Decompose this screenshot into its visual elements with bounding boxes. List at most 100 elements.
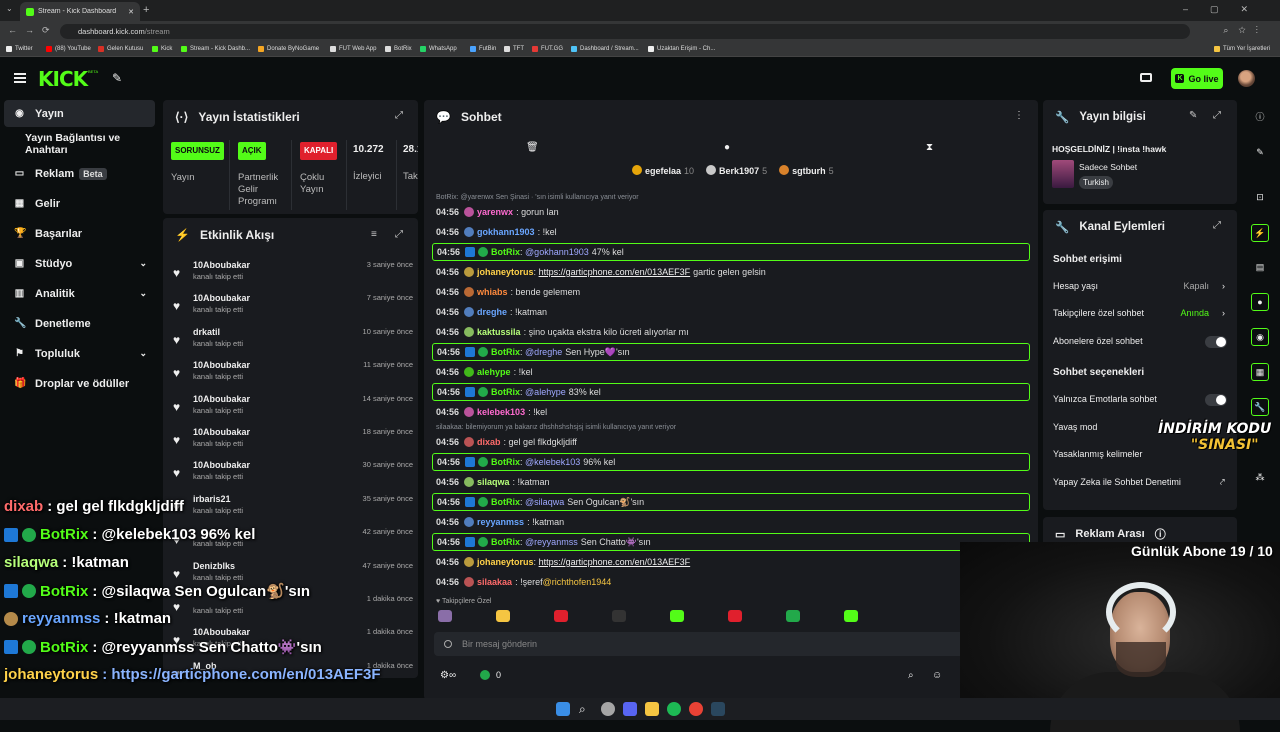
drops-icon[interactable]: ⁂	[1251, 468, 1269, 486]
sidebar-item-drops[interactable]: 🎁 Droplar ve ödüller	[4, 370, 155, 397]
activity-item[interactable]: ♥ 10Aboubakar kanalı takip etti 7 saniye ön…	[173, 293, 413, 325]
bookmark-item[interactable]: Gelen Kutusu	[98, 46, 143, 52]
chat-username[interactable]: johaneytorus	[477, 557, 534, 567]
folder-icon[interactable]	[645, 702, 659, 716]
gifter-item[interactable]: egefelaa 10	[632, 165, 694, 176]
chat-message-input[interactable]: Bir mesaj gönderin	[434, 632, 964, 656]
chat-message[interactable]: 04:56 silaqwa: !katman	[436, 473, 1032, 491]
chat-username[interactable]: dreghe	[477, 307, 507, 317]
bot-chat-message[interactable]: 04:56 BotRix: @kelebek103 96% kel	[432, 453, 1030, 471]
bookmark-item[interactable]: TFT	[504, 46, 524, 52]
chat-link[interactable]: https://garticphone.com/en/013AEF3F	[539, 557, 691, 567]
bookmark-item[interactable]: Twitter	[6, 46, 33, 52]
chat-username[interactable]: dixab	[477, 437, 501, 447]
mention[interactable]: @silaqwa	[525, 497, 564, 507]
mention[interactable]: @alehype	[525, 387, 566, 397]
broadcast-icon[interactable]: ◉	[1251, 328, 1269, 346]
bot-chat-message[interactable]: 04:56 BotRix: @reyyanmss Sen Chatto👾'sın	[432, 533, 1030, 551]
sidebar-item-studio[interactable]: ▣ Stüdyo ⌄	[4, 250, 155, 277]
browser-tab[interactable]: Stream - Kick Dashboard ✕	[20, 2, 140, 21]
keyboard-icon[interactable]	[1140, 73, 1152, 82]
chat-username[interactable]: kaktussila	[477, 327, 521, 337]
bookmark-item[interactable]: Dashboard / Stream...	[571, 46, 639, 52]
wrench-icon[interactable]: 🔧	[1251, 398, 1269, 416]
bookmark-item[interactable]: FutBin	[470, 46, 496, 52]
emote-icon[interactable]	[786, 610, 800, 622]
chat-message[interactable]: 04:56 kelebek103: !kel	[436, 403, 1032, 421]
chat-username[interactable]: yarenwx	[477, 207, 513, 217]
chat-username[interactable]: BotRix	[491, 537, 520, 547]
chat-username[interactable]: BotRix	[491, 387, 520, 397]
discord-icon[interactable]	[623, 702, 637, 716]
lightning-icon[interactable]: ⚡	[1251, 224, 1269, 242]
bot-chat-message[interactable]: 04:56 BotRix: @gokhann1903 47% kel	[432, 243, 1030, 261]
chat-username[interactable]: gokhann1903	[477, 227, 535, 237]
chat-settings-icon[interactable]: ⚙∞	[440, 670, 456, 681]
bot-chat-message[interactable]: 04:56 BotRix: @alehype 83% kel	[432, 383, 1030, 401]
chat-message[interactable]: 04:56 johaneytorus: https://garticphone.c…	[436, 553, 1032, 571]
chat-message[interactable]: 04:56 dreghe: !katman	[436, 303, 1032, 321]
spotify-icon[interactable]	[667, 702, 681, 716]
gifter-item[interactable]: sgtburh 5	[779, 165, 834, 176]
kick-logo[interactable]: KICK	[38, 67, 88, 91]
url-field[interactable]: dashboard.kick.com/stream	[60, 24, 1190, 39]
emote-icon[interactable]	[670, 610, 684, 622]
sidebar-item-revenue[interactable]: ▦ Gelir	[4, 190, 155, 217]
bookmark-item[interactable]: BotRix	[385, 46, 412, 52]
emote-icon[interactable]	[438, 610, 452, 622]
activity-item[interactable]: ♥ 10Aboubakar kanalı takip etti 3 saniye ön…	[173, 260, 413, 292]
channel-points[interactable]: 0	[480, 670, 501, 680]
chat-username[interactable]: BotRix	[491, 247, 520, 257]
bookmark-item[interactable]: Stream - Kick Dashb...	[181, 46, 250, 52]
chat-message[interactable]: 04:56 yarenwx: gorun lan	[436, 203, 1032, 221]
search-icon[interactable]: ⌕	[908, 670, 914, 681]
popout-icon[interactable]: ⤢	[395, 110, 403, 121]
bookmark-item[interactable]: FUT.GG	[532, 46, 563, 52]
language-tag[interactable]: Turkish	[1079, 176, 1113, 189]
emote-icon[interactable]	[554, 610, 568, 622]
new-tab-icon[interactable]: +	[143, 4, 149, 16]
chat-username[interactable]: kelebek103	[477, 407, 525, 417]
bot-chat-message[interactable]: 04:56 BotRix: @silaqwa Sen Ogulcan🐒'sın	[432, 493, 1030, 511]
chat-message[interactable]: 04:56 gokhann1903: !kel	[436, 223, 1032, 241]
mention[interactable]: @richthofen1944	[543, 577, 612, 587]
edit-icon[interactable]: ✎	[1251, 143, 1269, 161]
sidebar-item-achievements[interactable]: 🏆 Başarılar	[4, 220, 155, 247]
activity-item[interactable]: ♥ drkatil kanalı takip etti 10 saniye önce	[173, 327, 413, 359]
ai-moderation-setting[interactable]: Yapay Zeka ile Sohbet Denetimi ⤤	[1053, 477, 1227, 488]
sidebar-item-stream-key[interactable]: Yayın Bağlantısı ve Anahtarı	[4, 130, 155, 157]
bookmark-item[interactable]: Donate ByNoGame	[258, 46, 319, 52]
chrome-icon[interactable]	[689, 702, 703, 716]
sidebar-item-ads[interactable]: ▭ Reklam Beta	[4, 160, 155, 187]
more-options-icon[interactable]: ⋮	[1014, 110, 1024, 121]
list-icon[interactable]: ▦	[1251, 363, 1269, 381]
edit-icon[interactable]: ✎	[1189, 110, 1197, 121]
chat-username[interactable]: BotRix	[491, 497, 520, 507]
filter-icon[interactable]: ≡	[371, 229, 377, 240]
sidebar-item-community[interactable]: ⚑ Topluluk ⌄	[4, 340, 155, 367]
emotes-only-toggle[interactable]	[1205, 394, 1227, 406]
popout-icon[interactable]: ⤢	[1213, 110, 1221, 121]
mention[interactable]: @dreghe	[525, 347, 562, 357]
bookmark-item[interactable]: FUT Web App	[330, 46, 376, 52]
activity-item[interactable]: ♥ 10Aboubakar kanalı takip etti 18 saniye ö…	[173, 427, 413, 459]
bookmark-item[interactable]: Kick	[152, 46, 172, 52]
navigation-buttons[interactable]: ←→⟳	[8, 25, 58, 36]
sidebar-item-analytics[interactable]: ▥ Analitik ⌄	[4, 280, 155, 307]
clip-icon[interactable]: ⊡	[1251, 188, 1269, 206]
chat-mode-icon[interactable]: ●	[724, 142, 730, 153]
emote-icon[interactable]	[496, 610, 510, 622]
chat-username[interactable]: whiabs	[477, 287, 508, 297]
mention[interactable]: @reyyanmss	[525, 537, 578, 547]
activity-item[interactable]: ♥ 10Aboubakar kanalı takip etti 30 saniye ö…	[173, 460, 413, 492]
steam-icon[interactable]	[711, 702, 725, 716]
category-name[interactable]: Sadece Sohbet	[1079, 162, 1137, 172]
mention[interactable]: @gokhann1903	[525, 247, 589, 257]
chat-username[interactable]: BotRix	[491, 457, 520, 467]
emote-icon[interactable]	[844, 610, 858, 622]
trash-icon[interactable]: 🗑	[526, 142, 539, 153]
chat-message[interactable]: 04:56 alehype: !kel	[436, 363, 1032, 381]
window-controls[interactable]: –▢✕	[1183, 4, 1270, 15]
bookmark-item[interactable]: (88) YouTube	[46, 46, 91, 52]
chat-link[interactable]: https://garticphone.com/en/013AEF3F	[539, 267, 691, 277]
